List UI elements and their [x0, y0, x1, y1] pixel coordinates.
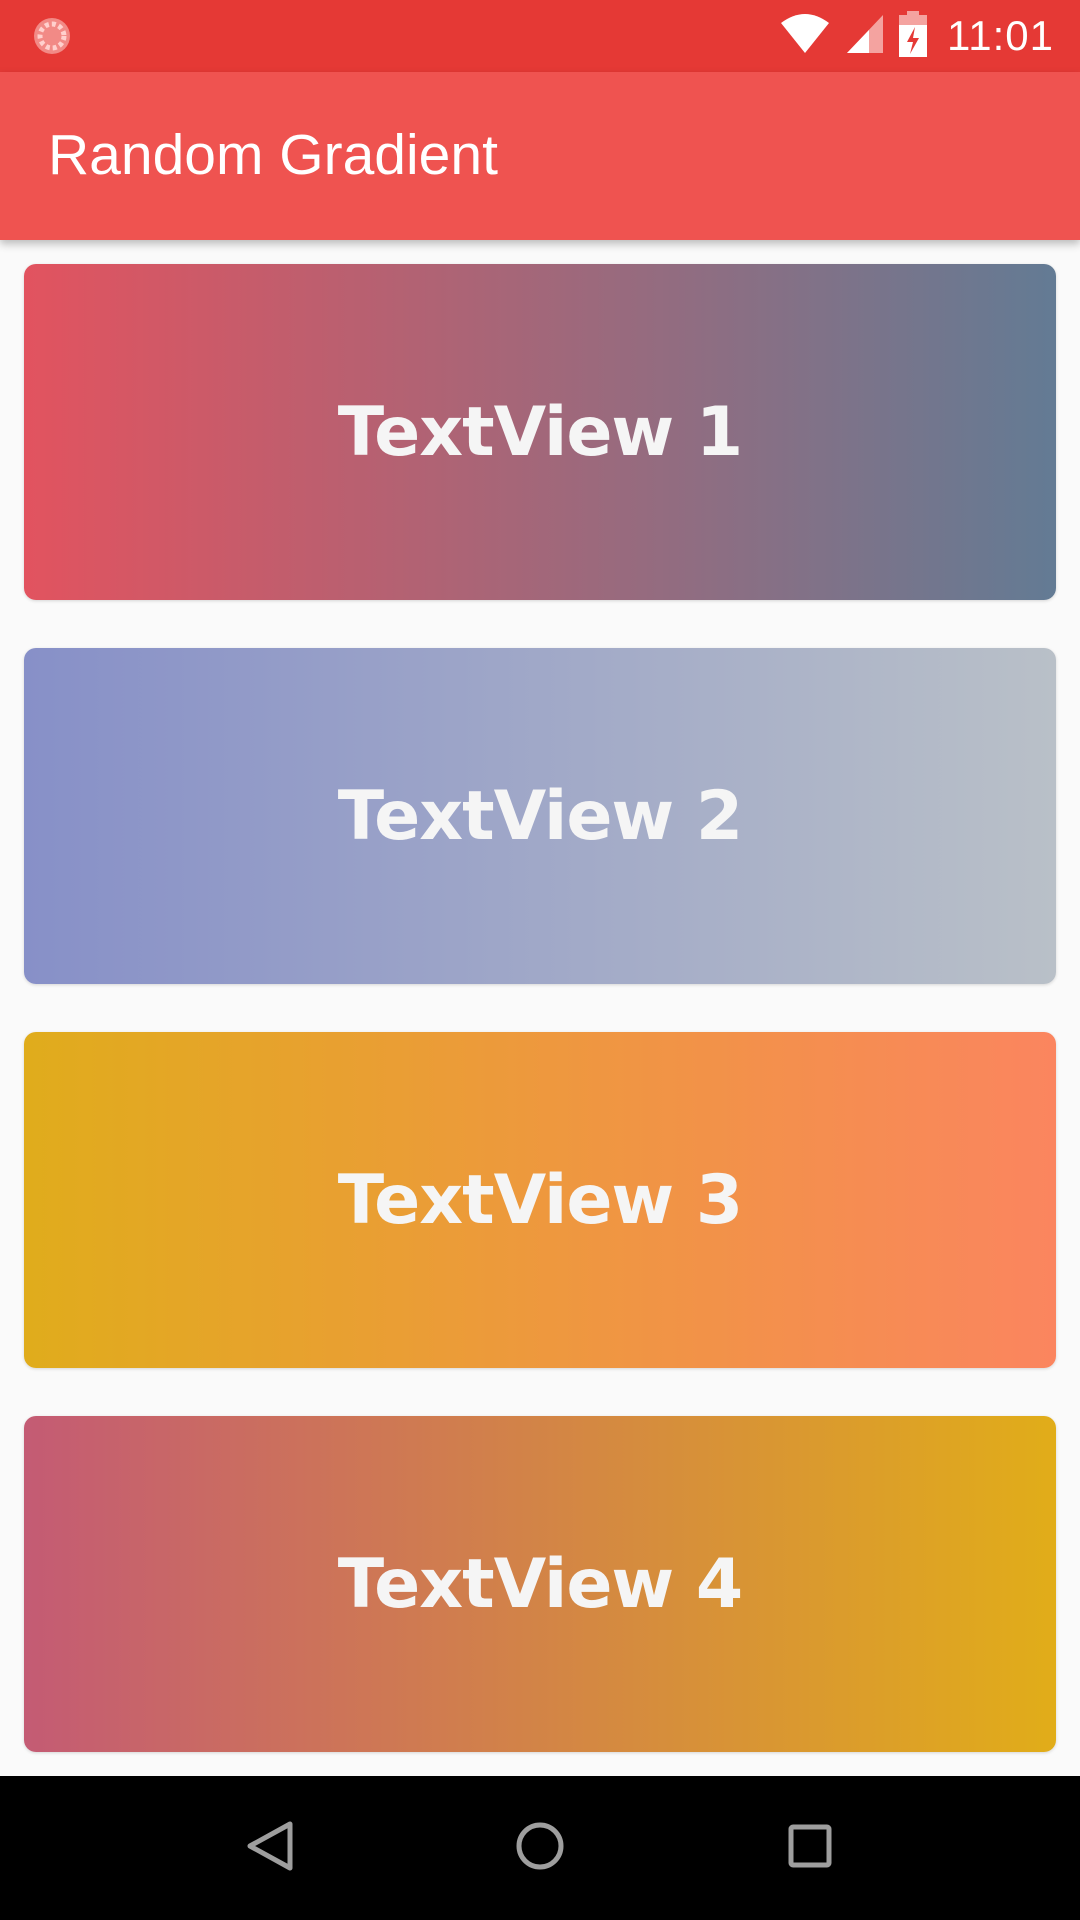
back-button[interactable]	[230, 1808, 310, 1888]
home-button[interactable]	[500, 1808, 580, 1888]
card-list[interactable]: TextView 1 TextView 2 TextView 3 TextVie…	[0, 240, 1080, 1776]
navigation-bar	[0, 1776, 1080, 1920]
card-label: TextView 2	[337, 776, 744, 856]
home-icon	[515, 1821, 565, 1876]
app-title: Random Gradient	[48, 123, 498, 187]
gradient-card-1[interactable]: TextView 1	[24, 264, 1056, 600]
back-icon	[246, 1820, 294, 1877]
gradient-card-4[interactable]: TextView 4	[24, 1416, 1056, 1752]
app-bar: Random Gradient	[0, 72, 1080, 240]
recents-button[interactable]	[770, 1808, 850, 1888]
recents-icon	[788, 1824, 832, 1873]
gradient-card-2[interactable]: TextView 2	[24, 648, 1056, 984]
gradient-card-3[interactable]: TextView 3	[24, 1032, 1056, 1368]
battery-charging-icon	[899, 10, 927, 62]
card-label: TextView 3	[337, 1160, 744, 1240]
status-icons: 11:01	[765, 0, 1054, 72]
card-label: TextView 4	[337, 1544, 744, 1624]
wifi-icon	[779, 13, 831, 60]
card-label: TextView 1	[337, 392, 744, 472]
screen: 11:01 Random Gradient TextView 1 TextVie…	[0, 0, 1080, 1920]
status-time: 11:01	[947, 12, 1054, 59]
app-notification-icon	[32, 16, 72, 56]
status-bar: 11:01	[0, 0, 1080, 72]
cell-signal-icon	[845, 13, 885, 60]
